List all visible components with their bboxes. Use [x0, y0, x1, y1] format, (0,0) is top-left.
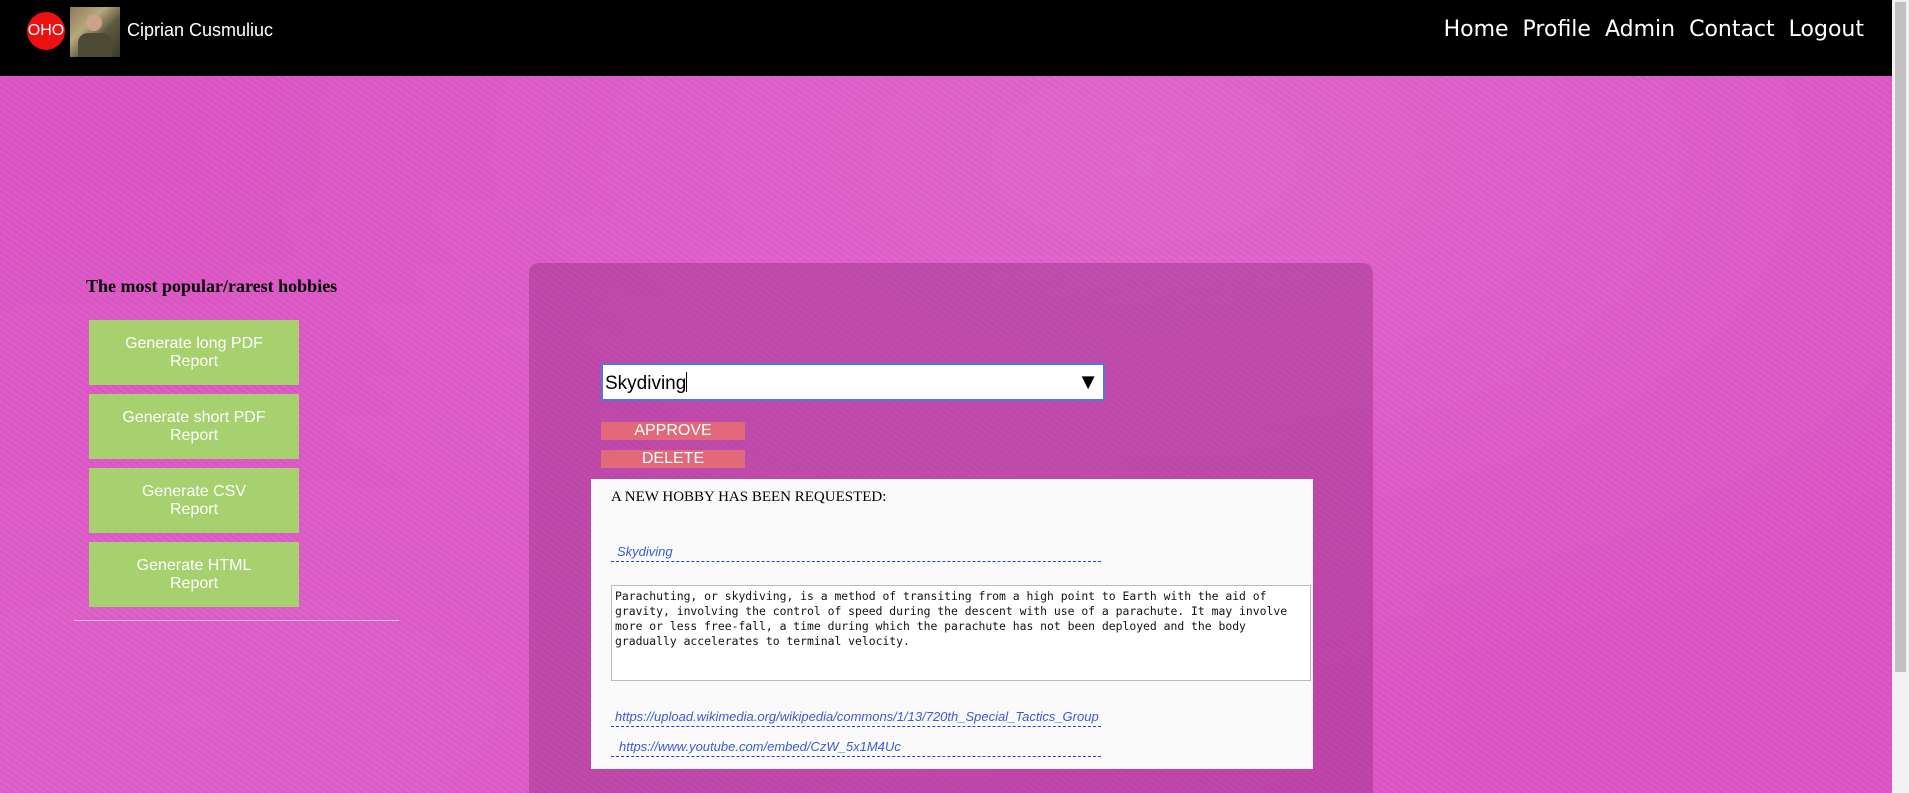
nav-admin[interactable]: Admin — [1605, 17, 1675, 42]
hobby-name-field[interactable]: Skydiving — [611, 544, 1101, 562]
nav-home[interactable]: Home — [1444, 17, 1509, 42]
video-link-field[interactable]: https://www.youtube.com/embed/CzW_5x1M4U… — [611, 739, 1101, 757]
main-nav: Home Profile Admin Contact Logout — [1444, 17, 1864, 42]
user-name: Ciprian Cusmuliuc — [127, 20, 274, 40]
nav-contact[interactable]: Contact — [1689, 17, 1775, 42]
logo-badge[interactable]: OHO — [27, 12, 65, 50]
dropdown-arrow-icon[interactable]: ▼ — [1077, 369, 1099, 395]
request-title: A NEW HOBBY HAS BEEN REQUESTED: — [611, 489, 887, 505]
generate-html-button[interactable]: Generate HTML Report — [89, 542, 299, 607]
avatar-head-shape — [86, 15, 102, 31]
request-card: A NEW HOBBY HAS BEEN REQUESTED: Skydivin… — [591, 479, 1313, 769]
nav-logout[interactable]: Logout — [1789, 17, 1864, 42]
generate-csv-button[interactable]: Generate CSV Report — [89, 468, 299, 533]
nav-profile[interactable]: Profile — [1523, 17, 1591, 42]
sidebar-divider — [74, 620, 399, 621]
approve-button[interactable]: APPROVE — [601, 422, 745, 440]
hobby-select[interactable]: Skydiving ▼ — [601, 363, 1105, 401]
avatar-body-shape — [78, 33, 112, 57]
top-navbar: OHO Ciprian Cusmuliuc Home Profile Admin… — [0, 0, 1892, 76]
generate-short-pdf-button[interactable]: Generate short PDF Report — [89, 394, 299, 459]
delete-button[interactable]: DELETE — [601, 450, 745, 468]
image-link-field[interactable]: https://upload.wikimedia.org/wikipedia/c… — [611, 709, 1101, 727]
generate-long-pdf-button[interactable]: Generate long PDF Report — [89, 320, 299, 385]
hobby-select-value: Skydiving — [605, 372, 688, 394]
text-caret — [686, 372, 688, 392]
scrollbar-thumb[interactable] — [1895, 2, 1906, 672]
popular-hobbies-title: The most popular/rarest hobbies — [86, 276, 338, 296]
avatar[interactable] — [70, 7, 120, 57]
hobby-description-textarea[interactable]: Parachuting, or skydiving, is a method o… — [611, 585, 1311, 681]
page-scrollbar[interactable] — [1892, 0, 1909, 793]
